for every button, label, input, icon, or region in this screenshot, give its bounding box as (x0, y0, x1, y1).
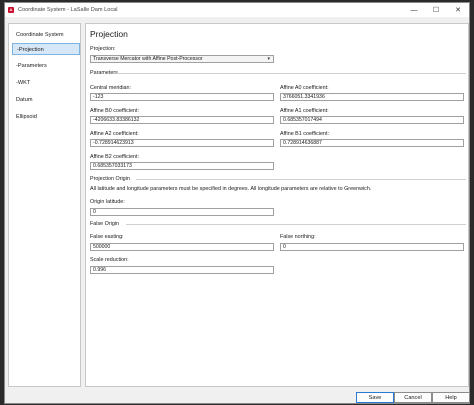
projection-label: Projection: (90, 46, 116, 52)
affine-a2-input[interactable]: -0.728914623913 (90, 139, 274, 147)
affine-b2-input[interactable]: 0.685357033173 (90, 162, 274, 170)
scale-reduction-input[interactable]: 0.996 (90, 266, 274, 274)
sidebar-item-datum[interactable]: Datum (12, 94, 80, 106)
window-controls: — ☐ ✕ (403, 3, 469, 17)
scale-reduction-label: Scale reduction: (90, 257, 129, 263)
dialog-window: A Coordinate System - LaSalle Dam Local … (4, 2, 470, 404)
sidebar-item-parameters[interactable]: -Parameters (12, 60, 80, 72)
page-title: Projection (90, 29, 128, 39)
affine-a0-label: Affine A0 coefficient: (280, 85, 329, 91)
false-easting-input[interactable]: 500000 (90, 243, 274, 251)
origin-note: All latitude and longitude parameters mu… (90, 186, 372, 192)
affine-b0-input[interactable]: -4206633.83386132 (90, 116, 274, 124)
section-divider (136, 179, 466, 180)
sidebar-item-projection[interactable]: -Projection (12, 43, 80, 55)
affine-a1-label: Affine A1 coefficient: (280, 108, 329, 114)
app-logo-icon: A (8, 7, 14, 13)
projection-panel: Projection Projection: Transverse Mercat… (85, 23, 469, 387)
projection-origin-section-title: Projection Origin (90, 176, 130, 182)
help-button[interactable]: Help (432, 392, 470, 403)
affine-a1-input[interactable]: 0.685357017494 (280, 116, 464, 124)
parameters-section-title: Parameters (90, 70, 118, 76)
affine-b2-label: Affine B2 coefficient: (90, 154, 139, 160)
origin-latitude-input[interactable]: 0 (90, 208, 274, 216)
cancel-button[interactable]: Cancel (394, 392, 432, 403)
window-title: Coordinate System - LaSalle Dam Local (18, 7, 118, 13)
affine-a0-input[interactable]: 3766051.3341936 (280, 93, 464, 101)
origin-latitude-label: Origin latitude: (90, 199, 125, 205)
close-button[interactable]: ✕ (447, 3, 469, 17)
title-bar: A Coordinate System - LaSalle Dam Local … (5, 3, 469, 17)
false-northing-label: False northing: (280, 234, 316, 240)
save-button[interactable]: Save (356, 392, 394, 403)
section-divider (126, 224, 466, 225)
maximize-button[interactable]: ☐ (425, 3, 447, 17)
affine-b0-label: Affine B0 coefficient: (90, 108, 139, 114)
affine-b1-label: Affine B1 coefficient: (280, 131, 329, 137)
minimize-button[interactable]: — (403, 3, 425, 17)
sidebar-item-coordinate-system[interactable]: Coordinate System (12, 29, 80, 41)
sidebar-nav: Coordinate System -Projection -Parameter… (8, 23, 81, 387)
sidebar-item-ellipsoid[interactable]: Ellipsoid (12, 111, 80, 123)
chevron-down-icon: ▾ (267, 56, 270, 62)
central-meridian-input[interactable]: -123 (90, 93, 274, 101)
section-divider (116, 73, 466, 74)
sidebar-item-wkt[interactable]: -WKT (12, 77, 80, 89)
false-northing-input[interactable]: 0 (280, 243, 464, 251)
false-origin-section-title: False Origin (90, 221, 120, 227)
affine-a2-label: Affine A2 coefficient: (90, 131, 139, 137)
affine-b1-input[interactable]: 0.728914636887 (280, 139, 464, 147)
central-meridian-label: Central meridian: (90, 85, 132, 91)
projection-select-value: Transverse Mercator with Affine Post-Pro… (93, 56, 203, 62)
false-easting-label: False easting: (90, 234, 124, 240)
projection-select[interactable]: Transverse Mercator with Affine Post-Pro… (90, 55, 274, 63)
